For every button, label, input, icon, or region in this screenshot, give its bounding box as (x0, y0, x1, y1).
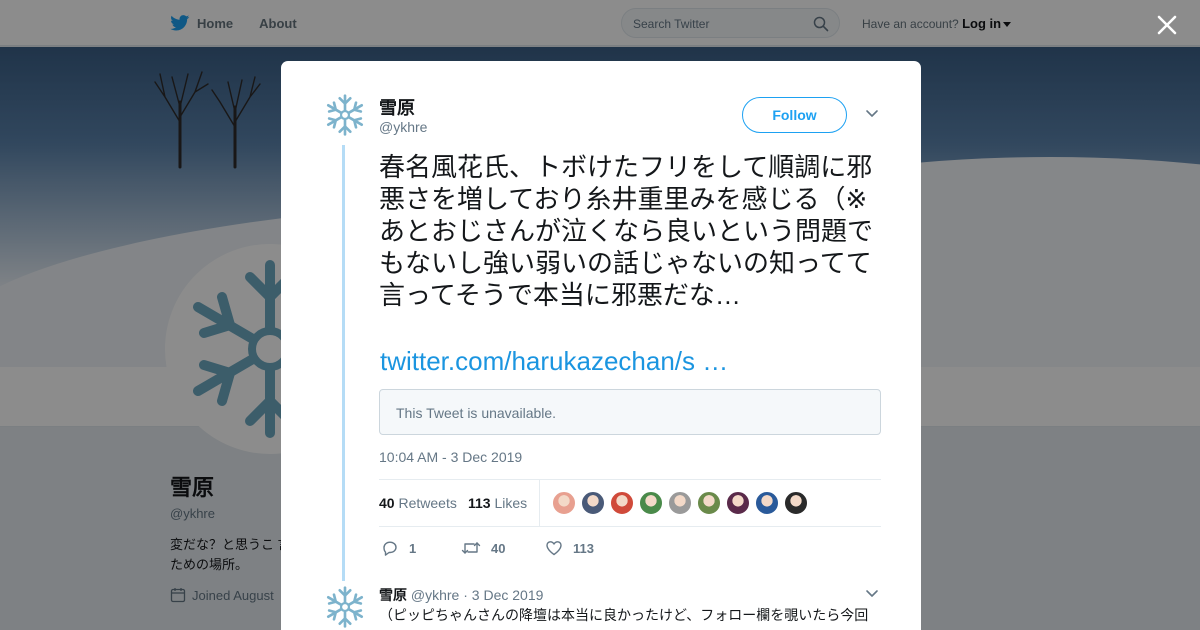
quoted-tweet-unavailable: This Tweet is unavailable. (379, 389, 881, 435)
reply-icon (383, 541, 397, 556)
reply-author-handle[interactable]: @ykhre (411, 587, 459, 603)
follow-button[interactable]: Follow (742, 97, 847, 133)
reply-header: 雪原 @ykhre · 3 Dec 2019 (379, 585, 543, 605)
retweets-count: 40 (379, 495, 395, 511)
tweet-link[interactable]: twitter.com/harukazechan/s … (380, 346, 728, 377)
close-icon[interactable] (1156, 14, 1178, 36)
chevron-down-icon[interactable] (865, 109, 879, 119)
liker-avatars (552, 491, 808, 515)
tweet-stats: 40 Retweets 113 Likes (379, 479, 881, 527)
liker-avatar-7[interactable] (726, 491, 750, 515)
tweet-text: 春名風花氏、トボけたフリをして順調に邪悪さを増しており糸井重里みを感じる（※あと… (379, 152, 874, 310)
retweet-icon (461, 542, 481, 554)
heart-icon (546, 541, 562, 556)
liker-avatar-5[interactable] (668, 491, 692, 515)
retweet-count: 40 (491, 540, 506, 556)
reply-action[interactable]: 1 (381, 539, 437, 557)
reply-count: 1 (409, 540, 417, 556)
chevron-down-icon[interactable] (865, 589, 879, 599)
tweet-timestamp[interactable]: 10:04 AM - 3 Dec 2019 (379, 449, 522, 465)
stats-divider (539, 480, 540, 526)
author-name[interactable]: 雪原 (379, 94, 415, 120)
thread-line (342, 145, 345, 581)
reply-text: （ピッピちゃんさんの降壇は本当に良かったけど、フォロー欄を覗いたら今回 (379, 607, 869, 623)
like-action[interactable]: 113 (545, 539, 594, 557)
likes-count: 113 (468, 495, 491, 511)
tweet-actions: 1 40 113 (381, 535, 618, 561)
retweet-action[interactable]: 40 (461, 539, 521, 557)
liker-avatar-9[interactable] (784, 491, 808, 515)
likes-label: Likes (494, 495, 528, 511)
retweets-stat[interactable]: 40 Retweets (379, 495, 457, 511)
retweets-label: Retweets (398, 495, 457, 511)
liker-avatar-8[interactable] (755, 491, 779, 515)
reply-author-name[interactable]: 雪原 (379, 587, 407, 603)
liker-avatar-1[interactable] (552, 491, 576, 515)
reply-date[interactable]: · 3 Dec 2019 (463, 587, 543, 603)
liker-avatar-4[interactable] (639, 491, 663, 515)
liker-avatar-3[interactable] (610, 491, 634, 515)
likes-stat[interactable]: 113 Likes (468, 495, 527, 511)
liker-avatar-6[interactable] (697, 491, 721, 515)
liker-avatar-2[interactable] (581, 491, 605, 515)
reply-author-avatar-snowflake-icon[interactable] (323, 585, 367, 629)
author-avatar-snowflake-icon[interactable] (323, 93, 367, 137)
tweet-modal: 雪原 @ykhre Follow 春名風花氏、トボけたフリをして順調に邪悪さを増… (281, 61, 921, 630)
author-handle[interactable]: @ykhre (379, 119, 427, 135)
like-count: 113 (573, 540, 594, 556)
